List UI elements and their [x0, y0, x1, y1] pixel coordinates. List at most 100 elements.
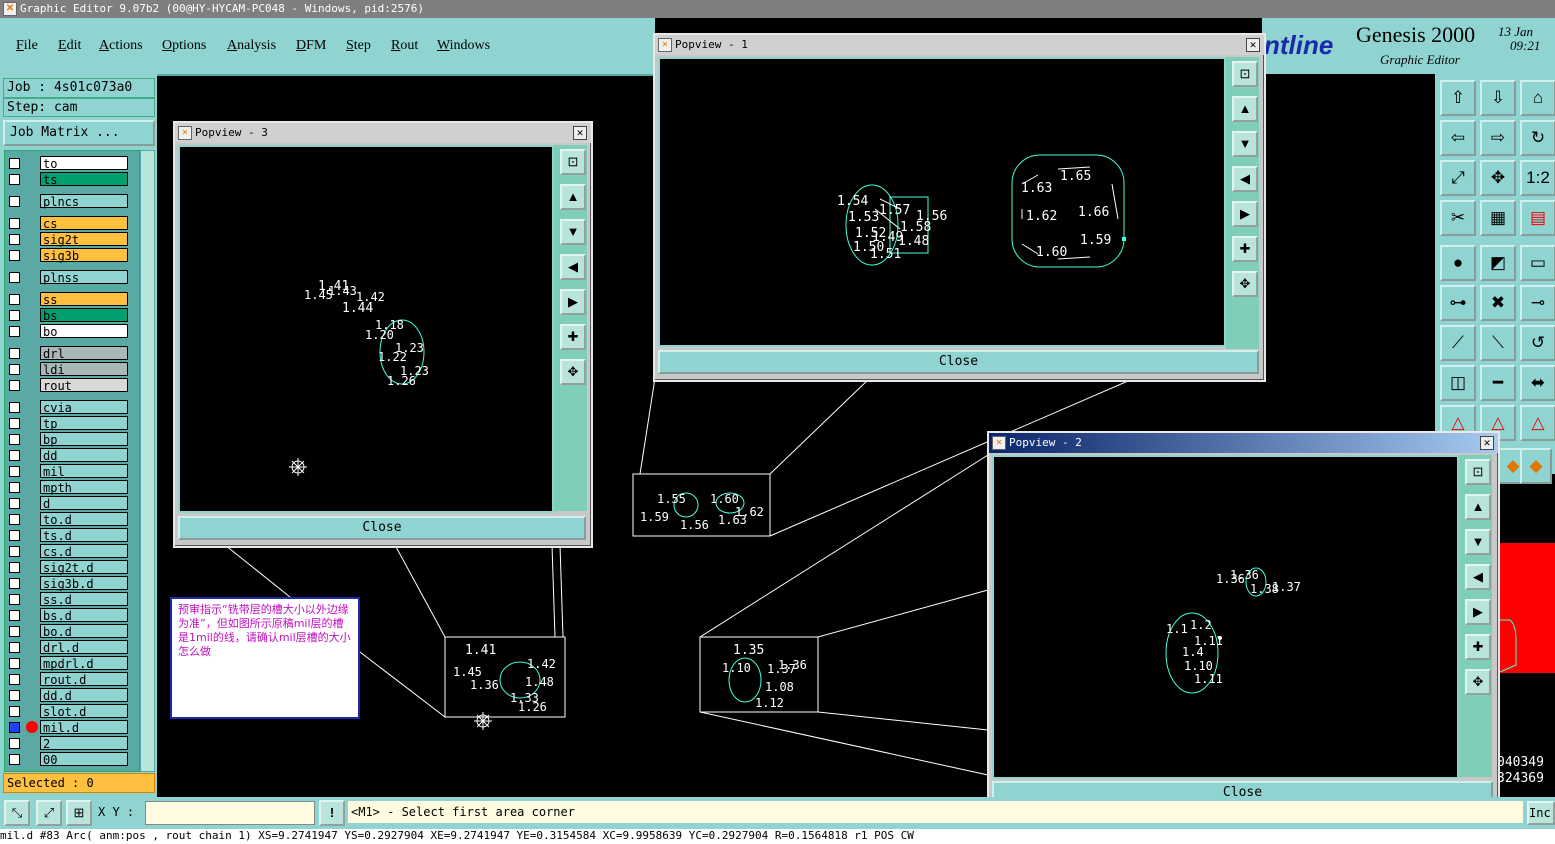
zoom-in-icon[interactable]: ✚ — [560, 324, 586, 350]
popview-1-titlebar[interactable]: ✕ Popview - 1 ✕ — [655, 35, 1264, 55]
move-left-icon[interactable]: ⇦ — [1440, 120, 1476, 156]
svg-text:1.59: 1.59 — [640, 510, 669, 524]
snap-mode-icon[interactable]: ⤢ — [36, 800, 62, 826]
popview-3-origin-icon — [289, 458, 307, 476]
svg-text:1.59: 1.59 — [1080, 233, 1111, 248]
zoom-in-icon[interactable]: ✚ — [1232, 236, 1258, 262]
move-up-icon[interactable]: ⇧ — [1440, 80, 1476, 116]
svg-text:1.60: 1.60 — [710, 492, 739, 506]
popview-1-close-button[interactable]: Close — [658, 350, 1259, 374]
draw-line-icon[interactable]: ⟋ — [1440, 325, 1476, 361]
svg-text:1.63: 1.63 — [1021, 181, 1052, 196]
zoom-fit-icon[interactable]: ⊡ — [560, 149, 586, 175]
svg-text:1.38: 1.38 — [1250, 582, 1279, 596]
xy-input[interactable] — [145, 801, 315, 825]
inc-button[interactable]: Inc — [1527, 801, 1555, 825]
popview-2-icon: ✕ — [992, 436, 1006, 450]
svg-text:1.58: 1.58 — [900, 220, 931, 235]
intersect-icon[interactable]: ✖ — [1480, 285, 1516, 321]
zoom-out-icon[interactable]: ✥ — [560, 359, 586, 385]
pan-down-icon[interactable]: ▼ — [1232, 131, 1258, 157]
svg-text:1.11: 1.11 — [1194, 634, 1223, 648]
svg-text:1.26: 1.26 — [387, 374, 416, 388]
move-right-icon[interactable]: ⇨ — [1480, 120, 1516, 156]
popview-3-sidebar: ⊡ ▲ ▼ ◀ ▶ ✚ ✥ — [554, 145, 587, 511]
svg-text:1.56: 1.56 — [680, 518, 709, 532]
pan-left-icon[interactable]: ◀ — [560, 254, 586, 280]
pan-right-icon[interactable]: ▶ — [560, 289, 586, 315]
center-icon[interactable]: ✥ — [1480, 160, 1516, 196]
pan-up-icon[interactable]: ▲ — [1465, 494, 1491, 520]
draw-diag-icon[interactable]: ⟍ — [1480, 325, 1516, 361]
pan-up-icon[interactable]: ▲ — [560, 184, 586, 210]
select-mode-icon[interactable]: ⤡ — [4, 800, 30, 826]
prompt-text: <M1> - Select first area corner — [348, 801, 1523, 823]
svg-text:1.44: 1.44 — [342, 301, 373, 316]
pan-down-icon[interactable]: ▼ — [1465, 529, 1491, 555]
svg-text:1.48: 1.48 — [898, 234, 929, 249]
layer-icon[interactable]: ▤ — [1520, 200, 1555, 236]
popview-2-canvas[interactable]: 1.36 1.37 1.38 1.36 1.1 1.2 1.4 1.11 1.1… — [992, 455, 1459, 779]
zoom-out-icon[interactable]: ✥ — [1232, 271, 1258, 297]
popview-3-titlebar[interactable]: ✕ Popview - 3 ✕ — [175, 123, 591, 143]
arc-icon[interactable]: ↺ — [1520, 325, 1555, 361]
svg-text:1.1: 1.1 — [1166, 622, 1188, 636]
popview-3-icon: ✕ — [178, 126, 192, 140]
rotate-icon[interactable]: ↻ — [1520, 120, 1555, 156]
svg-text:1.08: 1.08 — [765, 680, 794, 694]
zoom-out-icon[interactable]: ✥ — [1465, 669, 1491, 695]
svg-text:1.55: 1.55 — [657, 492, 686, 506]
popview-2: ✕ Popview - 2 ✕ 1.36 1.37 1.38 1.36 1.1 … — [987, 431, 1500, 812]
svg-text:1.36: 1.36 — [1216, 572, 1245, 586]
move-down-icon[interactable]: ⇩ — [1480, 80, 1516, 116]
scale-icon[interactable]: 1:2 — [1520, 160, 1555, 196]
svg-text:1.10: 1.10 — [722, 661, 751, 675]
home-icon[interactable]: ⌂ — [1520, 80, 1555, 116]
svg-text:1.65: 1.65 — [1060, 169, 1091, 184]
xy-label: X Y : — [98, 805, 135, 819]
zoom-in-icon[interactable]: ✚ — [1465, 634, 1491, 660]
popview-3-canvas[interactable]: 1.41 1.45 1.42 1.44 1.43 1.18 1.20 1.23 … — [178, 145, 554, 513]
popview-1-close-x[interactable]: ✕ — [1246, 38, 1260, 52]
svg-text:1.63: 1.63 — [718, 513, 747, 527]
pan-left-icon[interactable]: ◀ — [1465, 564, 1491, 590]
svg-text:1.36: 1.36 — [470, 678, 499, 692]
pan-down-icon[interactable]: ▼ — [560, 219, 586, 245]
svg-text:1.48: 1.48 — [525, 675, 554, 689]
line-tool-icon[interactable]: ◩ — [1480, 245, 1516, 281]
svg-text:1.10: 1.10 — [1184, 659, 1213, 673]
svg-text:1.54: 1.54 — [837, 194, 868, 209]
cut-icon[interactable]: ✂ — [1440, 200, 1476, 236]
svg-text:1.45: 1.45 — [453, 665, 482, 679]
status-bar: ⤡ ⤢ ⊞ X Y : ! <M1> - Select first area c… — [0, 797, 1555, 829]
popview-2-close-x[interactable]: ✕ — [1480, 436, 1494, 450]
zoom-fit-icon[interactable]: ⊡ — [1465, 459, 1491, 485]
alert-icon[interactable]: ! — [319, 800, 345, 826]
popview-1: ✕ Popview - 1 ✕ 1.54 1.57 1.56 1.53 1.58… — [653, 33, 1266, 382]
pan-right-icon[interactable]: ▶ — [1465, 599, 1491, 625]
triangle-c-icon[interactable]: △ — [1520, 405, 1555, 441]
snap-b-icon[interactable]: ◆ — [1520, 448, 1552, 484]
popview-3-close-button[interactable]: Close — [178, 516, 586, 540]
zoom-fit-icon[interactable]: ⊡ — [1232, 61, 1258, 87]
point-snap-icon[interactable]: ◫ — [1440, 365, 1476, 401]
resize-icon[interactable]: ⬌ — [1520, 365, 1555, 401]
horizontal-icon[interactable]: ━ — [1480, 365, 1516, 401]
link-icon[interactable]: ⊸ — [1520, 285, 1555, 321]
connect-icon[interactable]: ⊶ — [1440, 285, 1476, 321]
grid-icon[interactable]: ▦ — [1480, 200, 1516, 236]
popview-1-icon: ✕ — [658, 38, 672, 52]
grid-mode-icon[interactable]: ⊞ — [66, 800, 92, 826]
ruler-icon[interactable]: ▭ — [1520, 245, 1555, 281]
popview-3-close-x[interactable]: ✕ — [573, 126, 587, 140]
pan-left-icon[interactable]: ◀ — [1232, 166, 1258, 192]
popview-2-titlebar[interactable]: ✕ Popview - 2 ✕ — [989, 433, 1498, 453]
popview-1-canvas[interactable]: 1.54 1.57 1.56 1.53 1.58 1.52 1.49 1.48 … — [658, 57, 1226, 347]
point-icon[interactable]: ● — [1440, 245, 1476, 281]
pan-up-icon[interactable]: ▲ — [1232, 96, 1258, 122]
svg-text:1.35: 1.35 — [733, 643, 764, 658]
svg-text:1.51: 1.51 — [870, 247, 901, 262]
expand-icon[interactable]: ⤢ — [1440, 160, 1476, 196]
pan-right-icon[interactable]: ▶ — [1232, 201, 1258, 227]
svg-text:1.11: 1.11 — [1194, 672, 1223, 686]
